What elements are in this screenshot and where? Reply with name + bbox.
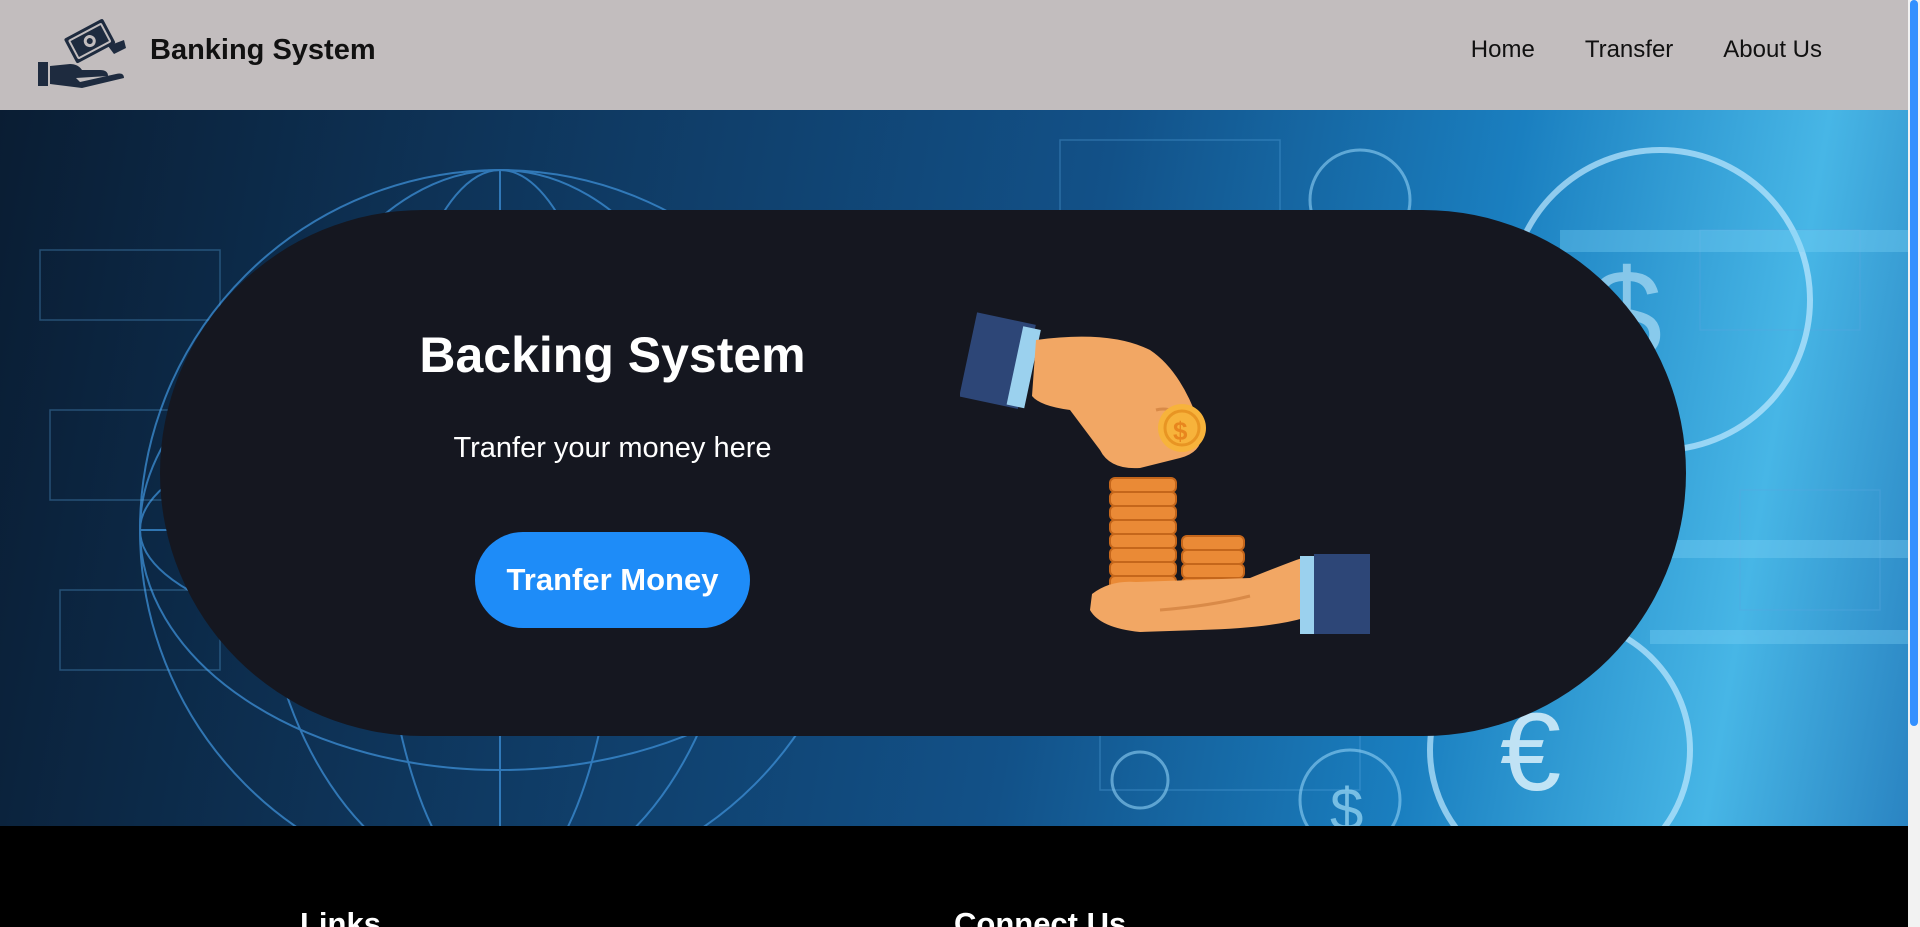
nav-link-transfer[interactable]: Transfer [1585, 36, 1673, 64]
hero-subtitle: Tranfer your money here [453, 432, 772, 464]
transfer-money-button[interactable]: Tranfer Money [475, 532, 750, 628]
svg-text:$: $ [1330, 776, 1363, 826]
brand-title: Banking System [150, 34, 376, 66]
footer-links-heading: Links [300, 906, 381, 927]
nav-link-home[interactable]: Home [1471, 36, 1535, 64]
main-nav: Home Transfer About Us [1421, 36, 1822, 64]
page-scrollbar[interactable] [1908, 0, 1920, 927]
hero-section: $ € $ Backing System Tranfer your money … [0, 110, 1908, 826]
hero-card [160, 210, 1686, 736]
coin-hands-illustration: $ [960, 312, 1370, 634]
nav-link-about[interactable]: About Us [1723, 36, 1822, 64]
hero-title: Backing System [419, 327, 806, 383]
svg-text:$: $ [1173, 416, 1188, 446]
site-footer: Links Connect Us [0, 826, 1908, 927]
footer-connect-heading: Connect Us [954, 906, 1127, 927]
site-header: Banking System Home Transfer About Us [0, 0, 1908, 110]
scrollbar-thumb[interactable] [1910, 0, 1918, 726]
money-hand-icon[interactable] [36, 18, 128, 88]
